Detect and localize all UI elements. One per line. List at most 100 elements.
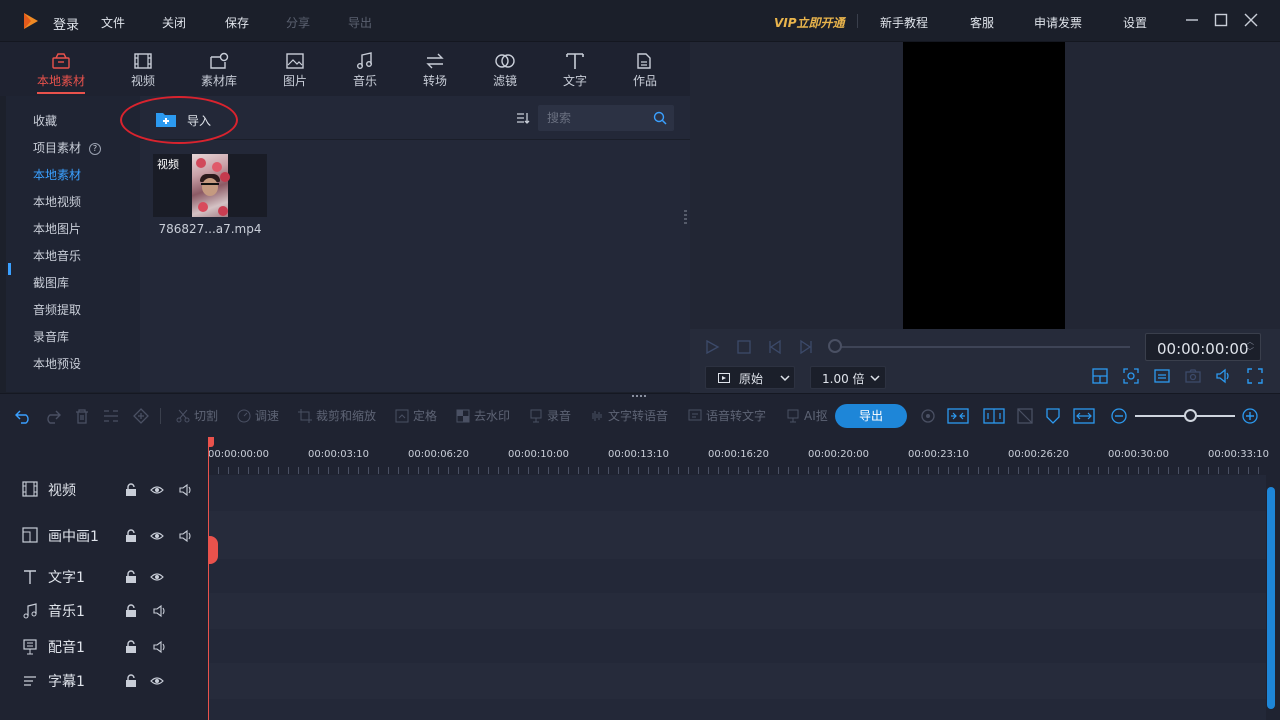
lock-icon[interactable] <box>124 640 138 654</box>
menu-close[interactable]: 关闭 <box>162 14 186 31</box>
play-icon[interactable] <box>704 339 720 355</box>
split-icon[interactable] <box>102 408 120 424</box>
undo-icon[interactable] <box>15 408 33 424</box>
lock-icon[interactable] <box>124 674 138 688</box>
menu-save[interactable]: 保存 <box>225 14 249 31</box>
layout-icon[interactable] <box>1092 368 1108 384</box>
fit-width-icon[interactable] <box>947 408 969 424</box>
track-lane-text[interactable] <box>208 559 1266 593</box>
sidebar-item-local-video[interactable]: 本地视频 <box>33 193 81 210</box>
prev-frame-icon[interactable] <box>767 339 783 355</box>
track-lane-voice[interactable] <box>208 629 1266 663</box>
time-ruler[interactable]: 00:00:00:00 00:00:03:10 00:00:06:20 00:0… <box>208 437 1280 475</box>
help-icon[interactable]: ? <box>89 142 102 155</box>
volume-icon[interactable] <box>1216 368 1232 384</box>
volume-icon[interactable] <box>179 529 193 543</box>
preview-scrubber[interactable] <box>836 346 1130 348</box>
lock-icon[interactable] <box>124 604 138 618</box>
zoom-out-icon[interactable] <box>1110 408 1128 424</box>
marker-icon[interactable] <box>132 408 150 424</box>
subtitle-icon[interactable] <box>1154 368 1170 384</box>
record-tool[interactable]: 录音 <box>529 407 571 424</box>
grid-off-icon[interactable] <box>1016 408 1034 424</box>
playhead-line[interactable] <box>208 437 209 720</box>
sidebar-item-presets[interactable]: 本地预设 <box>33 355 81 372</box>
media-item-thumbnail[interactable]: 视频 <box>153 154 267 217</box>
panel-resize-handle[interactable] <box>684 210 687 224</box>
tutorial-link[interactable]: 新手教程 <box>880 14 928 31</box>
volume-icon[interactable] <box>153 640 167 654</box>
timecode-stepper-icon[interactable]: ︿ ﹀ <box>1246 337 1256 357</box>
sidebar-item-local-assets[interactable]: 本地素材 <box>33 166 81 183</box>
zoom-slider-knob[interactable] <box>1184 409 1197 422</box>
eye-icon[interactable] <box>150 674 164 688</box>
sort-icon[interactable] <box>516 111 530 125</box>
camera-icon[interactable] <box>1185 368 1201 384</box>
crop-tool[interactable]: 裁剪和缩放 <box>298 407 376 424</box>
track-lane-subtitle[interactable] <box>208 663 1266 699</box>
tab-video[interactable]: 视频 <box>115 42 171 96</box>
sidebar-item-local-image[interactable]: 本地图片 <box>33 220 81 237</box>
eye-icon[interactable] <box>150 529 164 543</box>
scrubber-knob[interactable] <box>828 339 842 353</box>
cut-tool[interactable]: 切割 <box>176 407 218 424</box>
sidebar-item-audio-extract[interactable]: 音频提取 <box>33 301 81 318</box>
minimize-icon[interactable] <box>1184 12 1200 28</box>
invoice-link[interactable]: 申请发票 <box>1034 14 1082 31</box>
fullscreen-icon[interactable] <box>1247 368 1263 384</box>
track-lane-video[interactable] <box>208 475 1266 511</box>
lock-icon[interactable] <box>124 570 138 584</box>
menu-share[interactable]: 分享 <box>286 14 310 31</box>
menu-file[interactable]: 文件 <box>101 14 125 31</box>
ai-cutout-tool[interactable]: AI抠 <box>786 407 828 424</box>
aspect-dropdown[interactable]: 原始 <box>705 366 795 389</box>
timeline-scrollbar[interactable] <box>1267 487 1275 709</box>
settings-dial-icon[interactable] <box>919 408 937 424</box>
stt-tool[interactable]: 语音转文字 <box>688 407 766 424</box>
sidebar-item-recordings[interactable]: 录音库 <box>33 328 69 345</box>
search-input[interactable] <box>547 110 647 126</box>
eye-icon[interactable] <box>150 483 164 497</box>
watermark-tool[interactable]: 去水印 <box>456 407 510 424</box>
maximize-icon[interactable] <box>1213 12 1229 28</box>
track-lane-music[interactable] <box>208 593 1266 629</box>
support-link[interactable]: 客服 <box>970 14 994 31</box>
tab-library[interactable]: 素材库 <box>191 42 247 96</box>
delete-icon[interactable] <box>73 408 91 424</box>
speed-dropdown[interactable]: 1.00 倍 <box>810 366 886 389</box>
lock-icon[interactable] <box>124 529 138 543</box>
track-lane-pip[interactable] <box>208 511 1266 559</box>
tab-transition[interactable]: 转场 <box>407 42 463 96</box>
zoom-in-icon[interactable] <box>1241 408 1259 424</box>
playhead-handle[interactable] <box>208 536 218 564</box>
menu-export[interactable]: 导出 <box>348 14 372 31</box>
splitter-handle[interactable] <box>632 395 648 397</box>
sidebar-item-project-assets[interactable]: 项目素材? <box>33 139 102 156</box>
redo-icon[interactable] <box>43 408 61 424</box>
tab-image[interactable]: 图片 <box>267 42 323 96</box>
eye-icon[interactable] <box>150 570 164 584</box>
playhead-marker[interactable] <box>208 437 214 447</box>
stop-icon[interactable] <box>736 339 752 355</box>
sidebar-item-screenshots[interactable]: 截图库 <box>33 274 69 291</box>
freeze-tool[interactable]: 定格 <box>395 407 437 424</box>
sidebar-item-local-music[interactable]: 本地音乐 <box>33 247 81 264</box>
tab-local-assets[interactable]: 本地素材 <box>33 42 89 96</box>
tts-tool[interactable]: 文字转语音 <box>590 407 668 424</box>
next-frame-icon[interactable] <box>798 339 814 355</box>
expand-icon[interactable] <box>1073 408 1095 424</box>
sidebar-item-favorites[interactable]: 收藏 <box>33 112 57 129</box>
focus-icon[interactable] <box>1123 368 1139 384</box>
volume-icon[interactable] <box>179 483 193 497</box>
timecode-field[interactable]: 00:00:00:00 ︿ ﹀ <box>1145 333 1261 361</box>
shield-icon[interactable] <box>1044 408 1062 424</box>
vip-link[interactable]: VIP立即开通 <box>774 14 845 31</box>
export-button[interactable]: 导出 <box>835 404 907 428</box>
split-view-icon[interactable] <box>983 408 1005 424</box>
tab-filter[interactable]: 滤镜 <box>477 42 533 96</box>
lock-icon[interactable] <box>124 483 138 497</box>
volume-icon[interactable] <box>153 604 167 618</box>
tab-works[interactable]: 作品 <box>617 42 673 96</box>
speed-tool[interactable]: 调速 <box>237 407 279 424</box>
login-link[interactable]: 登录 <box>53 14 79 33</box>
